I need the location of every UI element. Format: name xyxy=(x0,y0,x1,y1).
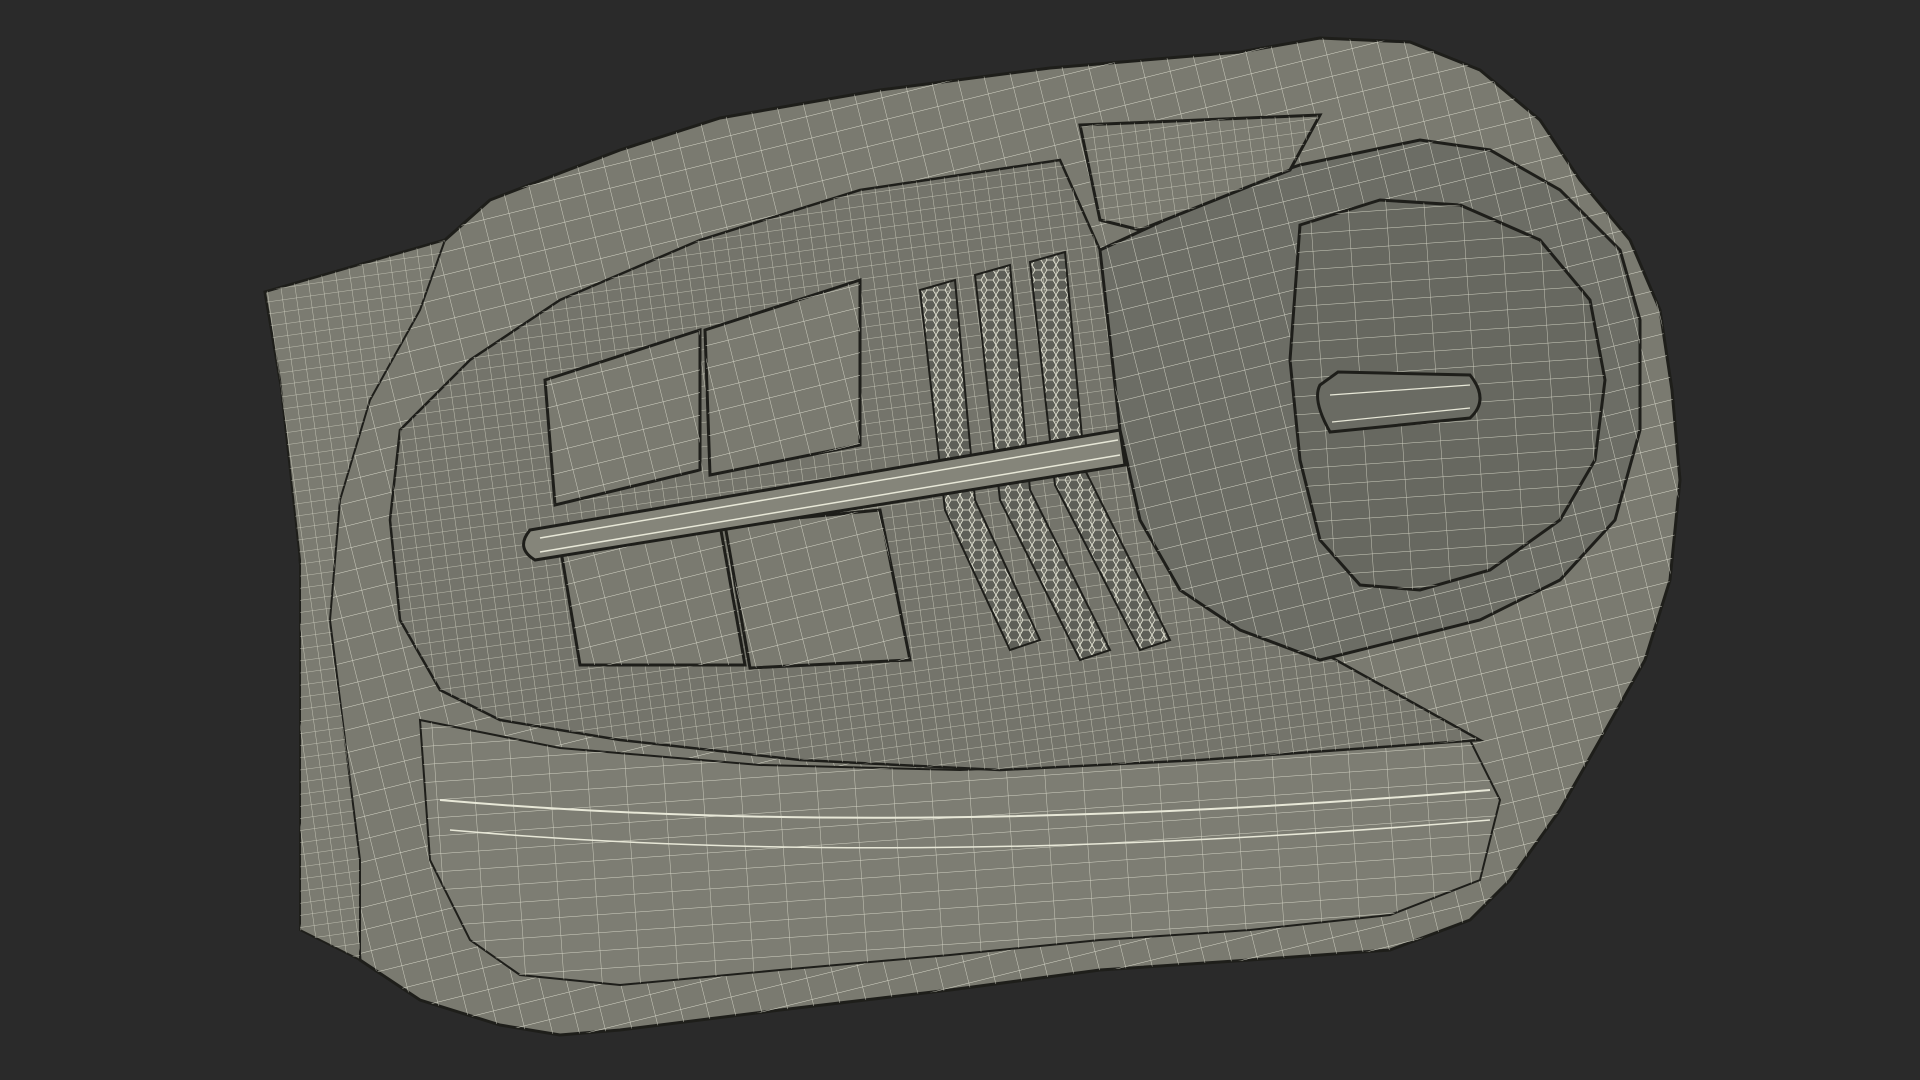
wireframe-render xyxy=(263,36,1682,1037)
3d-viewport[interactable] xyxy=(0,0,1920,1080)
